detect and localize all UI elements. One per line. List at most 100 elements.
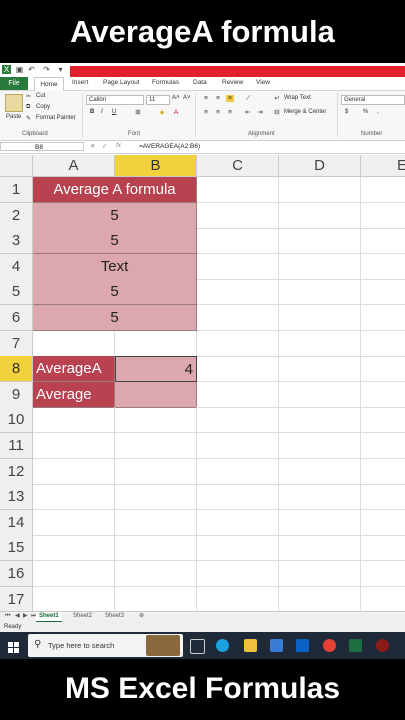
- row-header-9[interactable]: 9: [0, 382, 33, 408]
- store-icon[interactable]: [270, 639, 283, 652]
- align-middle-icon[interactable]: ≡: [214, 95, 222, 102]
- cell-a8[interactable]: AverageA: [33, 356, 115, 382]
- chrome-icon[interactable]: [323, 639, 336, 652]
- cell-a5[interactable]: 5: [33, 279, 197, 305]
- new-sheet-icon[interactable]: ⊕: [136, 612, 147, 621]
- copy-icon[interactable]: ⧉: [26, 104, 30, 111]
- row-header-17[interactable]: 17: [0, 587, 33, 613]
- align-left-icon[interactable]: ≡: [202, 109, 210, 116]
- format-painter-button[interactable]: Format Painter: [36, 115, 76, 121]
- cell-d13[interactable]: [279, 484, 361, 510]
- cell-c17[interactable]: [197, 587, 279, 613]
- cell-e17[interactable]: [361, 587, 405, 613]
- shrink-font-icon[interactable]: A˅: [183, 95, 191, 101]
- cell-c13[interactable]: [197, 484, 279, 510]
- cell-a12[interactable]: [33, 459, 115, 485]
- column-header-a[interactable]: A: [33, 155, 115, 177]
- cell-e2[interactable]: [361, 203, 405, 229]
- cell-d17[interactable]: [279, 587, 361, 613]
- excel-taskbar-icon[interactable]: [349, 639, 362, 652]
- cell-c7[interactable]: [197, 331, 279, 357]
- cell-c8[interactable]: [197, 356, 279, 382]
- cell-b11[interactable]: [115, 433, 197, 459]
- cell-a15[interactable]: [33, 535, 115, 561]
- cell-c4[interactable]: [197, 254, 279, 280]
- cell-e3[interactable]: [361, 228, 405, 254]
- align-bottom-icon[interactable]: ≡: [226, 95, 234, 102]
- column-header-c[interactable]: C: [197, 155, 279, 177]
- cell-e10[interactable]: [361, 407, 405, 433]
- cell-d2[interactable]: [279, 203, 361, 229]
- cell-d14[interactable]: [279, 510, 361, 536]
- align-right-icon[interactable]: ≡: [226, 109, 234, 116]
- cell-d10[interactable]: [279, 407, 361, 433]
- enter-icon[interactable]: ✓: [102, 142, 107, 150]
- row-header-11[interactable]: 11: [0, 433, 33, 459]
- cell-a17[interactable]: [33, 587, 115, 613]
- merge-icon[interactable]: ⊟: [273, 109, 281, 116]
- cell-d11[interactable]: [279, 433, 361, 459]
- cell-c15[interactable]: [197, 535, 279, 561]
- tab-file[interactable]: File: [0, 77, 28, 90]
- cell-a7[interactable]: [33, 331, 115, 357]
- column-header-e[interactable]: E: [361, 155, 405, 177]
- cell-d12[interactable]: [279, 459, 361, 485]
- tab-review[interactable]: Review: [222, 79, 243, 86]
- cell-d5[interactable]: [279, 279, 361, 305]
- cell-d9[interactable]: [279, 382, 361, 408]
- cell-a1[interactable]: Average A formula: [33, 177, 197, 203]
- cell-d4[interactable]: [279, 254, 361, 280]
- cut-icon[interactable]: ✂: [26, 93, 31, 100]
- comma-button[interactable]: ,: [377, 109, 379, 115]
- tab-view[interactable]: View: [256, 79, 270, 86]
- cell-c14[interactable]: [197, 510, 279, 536]
- font-size-select[interactable]: 11: [146, 95, 170, 105]
- cell-c16[interactable]: [197, 561, 279, 587]
- cell-e14[interactable]: [361, 510, 405, 536]
- cell-a14[interactable]: [33, 510, 115, 536]
- column-header-b[interactable]: B: [115, 155, 197, 177]
- cut-button[interactable]: Cut: [36, 93, 45, 99]
- cell-d3[interactable]: [279, 228, 361, 254]
- cancel-icon[interactable]: ✕: [90, 142, 95, 150]
- insert-function-icon[interactable]: fx: [116, 142, 121, 149]
- align-top-icon[interactable]: ≡: [202, 95, 210, 102]
- cell-c5[interactable]: [197, 279, 279, 305]
- font-name-select[interactable]: Calibri: [86, 95, 144, 105]
- column-header-d[interactable]: D: [279, 155, 361, 177]
- cell-e9[interactable]: [361, 382, 405, 408]
- cell-e13[interactable]: [361, 484, 405, 510]
- wrap-text-icon[interactable]: ↵: [273, 95, 281, 102]
- row-header-4[interactable]: 4: [0, 254, 33, 280]
- cell-b17[interactable]: [115, 587, 197, 613]
- align-center-icon[interactable]: ≡: [214, 109, 222, 116]
- cell-e8[interactable]: [361, 356, 405, 382]
- cell-b15[interactable]: [115, 535, 197, 561]
- windows-start-icon[interactable]: [8, 640, 19, 653]
- cell-a2[interactable]: 5: [33, 203, 197, 229]
- format-painter-icon[interactable]: ✎: [26, 115, 31, 122]
- cell-b9[interactable]: [115, 382, 197, 408]
- tab-data[interactable]: Data: [193, 79, 207, 86]
- file-explorer-icon[interactable]: [244, 639, 257, 652]
- cell-d7[interactable]: [279, 331, 361, 357]
- task-view-icon[interactable]: [190, 639, 205, 654]
- paste-icon[interactable]: [5, 94, 23, 112]
- cell-a10[interactable]: [33, 407, 115, 433]
- cell-a9[interactable]: Average: [33, 382, 115, 408]
- select-all-corner[interactable]: [0, 155, 33, 177]
- cell-c10[interactable]: [197, 407, 279, 433]
- cell-b8[interactable]: 4: [115, 356, 197, 382]
- cell-e15[interactable]: [361, 535, 405, 561]
- undo-icon[interactable]: ↶: [27, 65, 36, 74]
- cell-d16[interactable]: [279, 561, 361, 587]
- formula-input[interactable]: =AVERAGEA(A2:B6): [139, 142, 200, 152]
- cell-b13[interactable]: [115, 484, 197, 510]
- cell-a3[interactable]: 5: [33, 228, 197, 254]
- percent-button[interactable]: %: [363, 109, 368, 115]
- cell-d1[interactable]: [279, 177, 361, 203]
- cell-b14[interactable]: [115, 510, 197, 536]
- cell-e1[interactable]: [361, 177, 405, 203]
- copy-button[interactable]: Copy: [36, 104, 50, 110]
- cell-e11[interactable]: [361, 433, 405, 459]
